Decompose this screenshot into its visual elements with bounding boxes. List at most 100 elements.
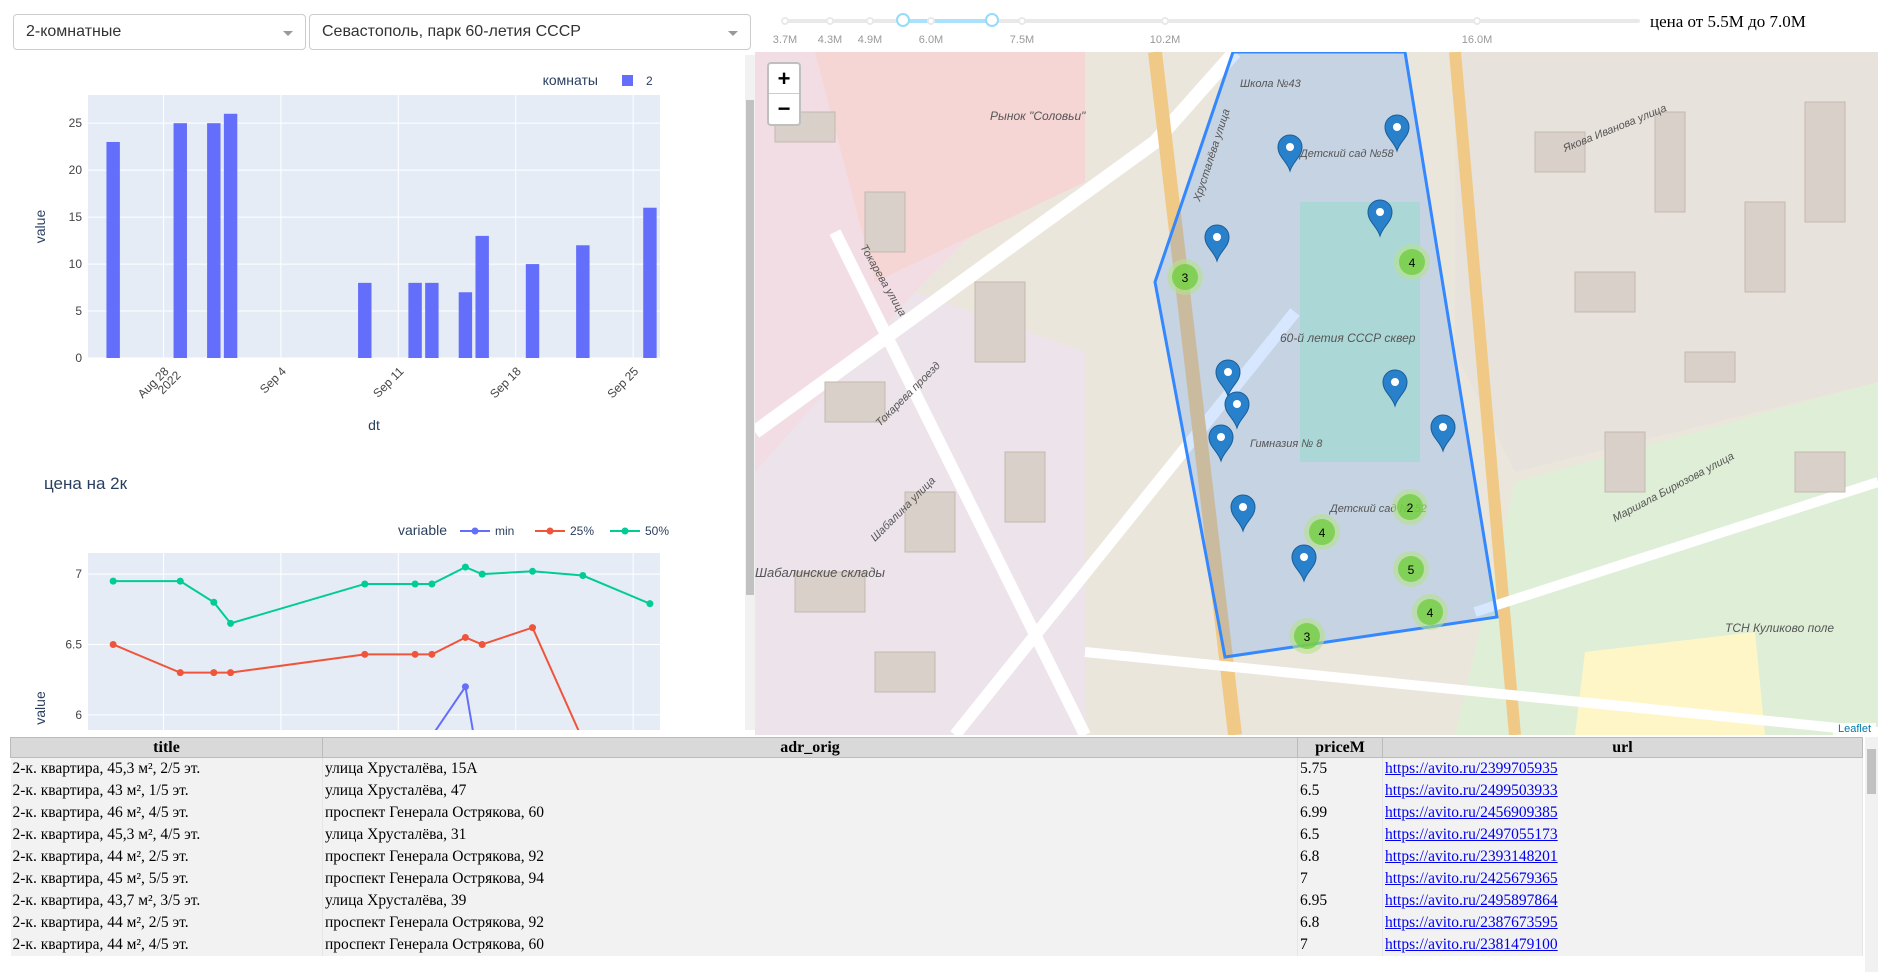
slider-dot[interactable] [1161, 17, 1169, 25]
zoom-in-button[interactable]: + [769, 64, 799, 94]
listing-link[interactable]: https://avito.ru/2425679365 [1385, 870, 1558, 887]
table-scrollbar[interactable] [1865, 737, 1878, 972]
cell-adr_orig: проспект Генерала Острякова, 60 [322, 801, 1298, 824]
column-header-title[interactable]: title [10, 737, 323, 758]
map-label-school: Школа №43 [1240, 78, 1302, 90]
plot-area [88, 553, 660, 730]
map-canvas[interactable]: Рынок "Соловьи" Школа №43 Детский сад №5… [755, 52, 1878, 735]
slider-dot[interactable] [866, 17, 874, 25]
slider-mark-label: 4.9M [857, 34, 883, 46]
data-point [529, 567, 537, 575]
marker-cluster[interactable]: 4 [1304, 514, 1340, 550]
price-range-slider[interactable]: 3.7M 4.3M 4.9M 6.0M 7.5M 10.2M 16.0M [770, 10, 1640, 50]
listing-link[interactable]: https://avito.ru/2456909385 [1385, 804, 1558, 821]
cell-priceM: 5.75 [1297, 757, 1383, 780]
slider-dot[interactable] [826, 17, 834, 25]
cell-adr_orig: улица Хрусталёва, 47 [322, 779, 1298, 802]
chevron-down-icon[interactable] [283, 31, 293, 36]
legend-item-label[interactable]: 25% [570, 524, 594, 538]
data-point [646, 600, 654, 608]
bar [207, 123, 221, 358]
cell-priceM: 6.5 [1297, 823, 1383, 846]
y-tick-label: 10 [69, 257, 83, 271]
data-point [461, 633, 469, 641]
cell-url: https://avito.ru/2393148201 [1382, 845, 1863, 868]
map-label-kindergarten: Детский сад №58 [1298, 148, 1395, 160]
legend-item-label[interactable]: 50% [645, 524, 669, 538]
rooms-dropdown[interactable]: 2-комнатные [13, 14, 306, 50]
listing-link[interactable]: https://avito.ru/2399705935 [1385, 760, 1558, 777]
bar [106, 141, 120, 358]
cell-url: https://avito.ru/2499503933 [1382, 779, 1863, 802]
listing-link[interactable]: https://avito.ru/2495897864 [1385, 892, 1558, 909]
map-label-warehouse: Шабалинские склады [755, 565, 885, 580]
data-point [478, 640, 486, 648]
legend-item-label[interactable]: min [495, 524, 514, 538]
data-point [227, 669, 235, 677]
legend-title: variable [398, 522, 447, 538]
cell-priceM: 6.95 [1297, 889, 1383, 912]
map-attribution[interactable]: Leaflet [1832, 723, 1876, 735]
marker-cluster[interactable]: 4 [1394, 244, 1430, 280]
slider-mark-label: 3.7M [772, 34, 798, 46]
y-tick-label: 7 [75, 567, 82, 581]
column-header-url[interactable]: url [1382, 737, 1863, 758]
marker-cluster[interactable]: 3 [1167, 259, 1203, 295]
zoom-out-button[interactable]: − [769, 94, 799, 124]
cell-title: 2-к. квартира, 44 м², 4/5 эт. [10, 933, 323, 956]
slider-handle-low[interactable] [896, 13, 911, 27]
cell-title: 2-к. квартира, 46 м², 4/5 эт. [10, 801, 323, 824]
legend-swatch[interactable] [622, 75, 633, 86]
bar-chart: 0510152025Aug 282022 Sep 4 Sep 11 Sep 18 Sep… [32, 72, 660, 433]
slider-mark-label: 4.3M [817, 34, 843, 46]
line-chart: цена на 2к 6 6.5 7 value variable min 25% 50% [32, 475, 669, 730]
bar [576, 245, 590, 358]
cell-title: 2-к. квартира, 44 м², 2/5 эт. [10, 845, 323, 868]
y-tick-label: 0 [75, 351, 82, 365]
data-point [411, 580, 419, 588]
marker-cluster[interactable]: 4 [1412, 594, 1448, 630]
bar [173, 123, 187, 358]
data-point [461, 683, 469, 691]
column-header-priceM[interactable]: priceM [1297, 737, 1383, 758]
data-point [428, 650, 436, 658]
cell-title: 2-к. квартира, 45 м², 5/5 эт. [10, 867, 323, 890]
listing-link[interactable]: https://avito.ru/2393148201 [1385, 848, 1558, 865]
table-row: 2-к. квартира, 44 м², 4/5 эт. проспект Ге… [10, 933, 1863, 956]
data-point [461, 563, 469, 571]
cell-url: https://avito.ru/2399705935 [1382, 757, 1863, 780]
data-point [428, 580, 436, 588]
listing-link[interactable]: https://avito.ru/2381479100 [1385, 936, 1558, 953]
marker-cluster[interactable]: 5 [1393, 551, 1429, 587]
charts-scrollbar[interactable] [745, 55, 755, 730]
listing-link[interactable]: https://avito.ru/2497055173 [1385, 826, 1558, 843]
location-dropdown[interactable]: Севастополь, парк 60-летия СССР [309, 14, 751, 50]
slider-dot[interactable] [781, 17, 789, 25]
cluster-count: 4 [1427, 606, 1434, 620]
cell-priceM: 6.99 [1297, 801, 1383, 824]
cell-url: https://avito.ru/2425679365 [1382, 867, 1863, 890]
cell-adr_orig: проспект Генерала Острякова, 92 [322, 911, 1298, 934]
marker-cluster[interactable]: 3 [1289, 618, 1325, 654]
slider-dot[interactable] [1018, 17, 1026, 25]
slider-handle-high[interactable] [984, 13, 999, 27]
map-label-park: 60-й летия СССР сквер [1280, 331, 1416, 345]
cell-adr_orig: проспект Генерала Острякова, 60 [322, 933, 1298, 956]
legend-title: комнаты [543, 72, 598, 88]
data-point [227, 619, 235, 627]
column-header-adr_orig[interactable]: adr_orig [322, 737, 1298, 758]
x-axis-label: dt [368, 417, 380, 433]
map-label-tsn: ТСН Куликово поле [1725, 621, 1834, 635]
chevron-down-icon[interactable] [728, 31, 738, 36]
slider-mark-label: 10.2M [1149, 34, 1181, 46]
slider-dot[interactable] [1473, 17, 1481, 25]
y-tick-label: 6.5 [65, 637, 82, 651]
cluster-count: 3 [1304, 630, 1311, 644]
data-point [176, 577, 184, 585]
listing-link[interactable]: https://avito.ru/2387673595 [1385, 914, 1558, 931]
map[interactable]: Рынок "Соловьи" Школа №43 Детский сад №5… [755, 52, 1878, 735]
marker-cluster[interactable]: 2 [1392, 489, 1428, 525]
slider-dot[interactable] [927, 17, 935, 25]
listing-link[interactable]: https://avito.ru/2499503933 [1385, 782, 1558, 799]
legend-item-label[interactable]: 2 [646, 74, 653, 88]
